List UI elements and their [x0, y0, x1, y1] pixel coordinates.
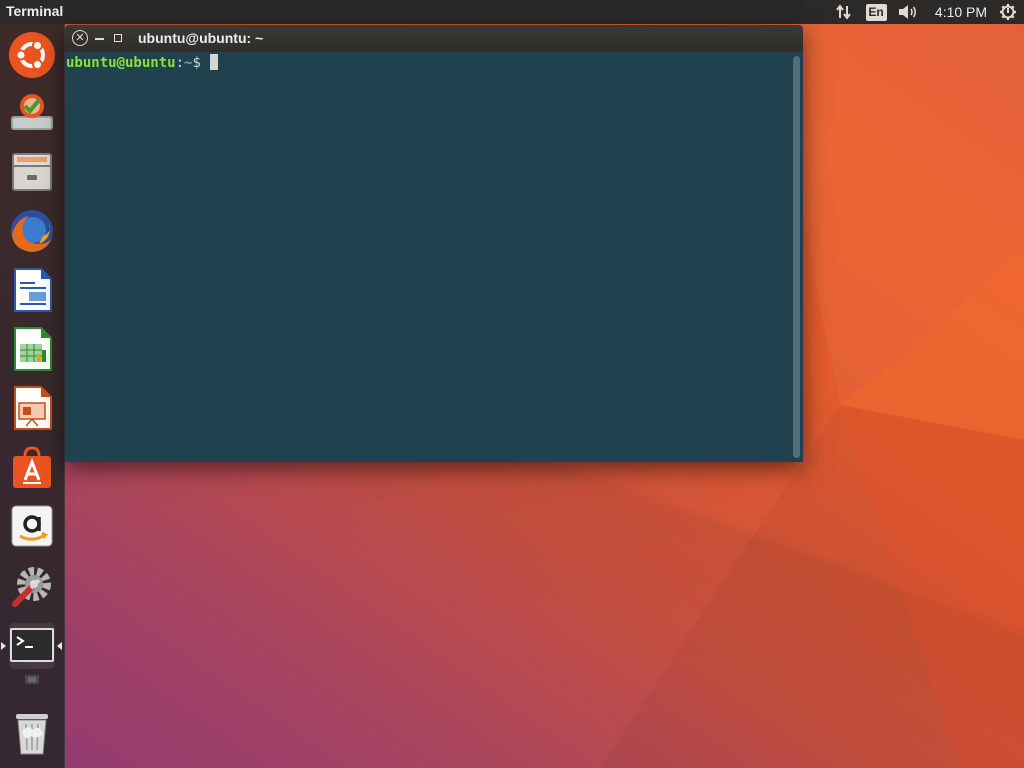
network-indicator[interactable]	[834, 0, 854, 24]
prompt-dollar: $	[192, 55, 201, 71]
firefox-icon	[11, 210, 53, 252]
launcher	[0, 24, 65, 768]
power-gear-icon	[1000, 4, 1016, 20]
panel-app-title: Terminal	[6, 3, 64, 19]
launcher-trash[interactable]	[9, 710, 55, 756]
terminal-running-pip	[1, 642, 6, 650]
terminal-window: ✕ ubuntu@ubuntu: ~ ubuntu@ubuntu:~$	[65, 25, 803, 462]
settings-wrench-icon	[12, 567, 51, 607]
amazon-icon	[11, 505, 53, 547]
terminal-area[interactable]: ubuntu@ubuntu:~$	[65, 52, 803, 462]
minimize-button[interactable]	[95, 38, 104, 40]
top-panel: Terminal En 4:10 PM	[0, 0, 1024, 24]
launcher-software-updater[interactable]	[9, 90, 55, 136]
window-title: ubuntu@ubuntu: ~	[138, 30, 264, 46]
network-updown-icon	[836, 4, 851, 20]
launcher-workspace-switcher[interactable]	[9, 666, 55, 692]
prompt-user-host: ubuntu@ubuntu	[66, 55, 176, 71]
launcher-system-settings[interactable]	[9, 562, 55, 608]
close-icon: ✕	[75, 31, 85, 44]
session-indicator[interactable]	[998, 0, 1018, 24]
workspace-icon	[25, 675, 39, 684]
impress-presentation-icon	[14, 386, 52, 430]
terminal-icon	[10, 628, 54, 662]
launcher-libreoffice-impress[interactable]	[9, 385, 55, 431]
launcher-ubuntu-dash[interactable]	[9, 32, 55, 78]
file-cabinet-icon	[12, 153, 52, 191]
terminal-scrollbar[interactable]	[793, 56, 800, 458]
volume-icon	[899, 5, 917, 19]
terminal-prompt: ubuntu@ubuntu:~$	[66, 54, 218, 71]
launcher-firefox[interactable]	[9, 208, 55, 254]
writer-document-icon	[14, 268, 52, 312]
clock-text: 4:10 PM	[934, 4, 988, 20]
close-button[interactable]: ✕	[72, 30, 88, 46]
prompt-separator: :	[175, 55, 185, 71]
window-titlebar[interactable]: ✕ ubuntu@ubuntu: ~	[65, 25, 803, 52]
software-updater-icon	[11, 94, 53, 130]
ubuntu-logo-icon	[9, 32, 55, 78]
calc-spreadsheet-icon	[14, 327, 52, 371]
launcher-files[interactable]	[9, 149, 55, 195]
terminal-cursor	[209, 54, 218, 70]
volume-indicator[interactable]	[897, 0, 919, 24]
launcher-terminal[interactable]	[9, 623, 55, 669]
launcher-libreoffice-writer[interactable]	[9, 267, 55, 313]
terminal-focused-pip	[57, 642, 62, 650]
shopping-bag-icon	[13, 446, 51, 488]
launcher-amazon[interactable]	[9, 503, 55, 549]
launcher-libreoffice-calc[interactable]	[9, 326, 55, 372]
trash-icon	[16, 714, 48, 755]
launcher-ubuntu-software[interactable]	[9, 444, 55, 490]
clock-indicator[interactable]: 4:10 PM	[930, 0, 992, 24]
keyboard-layout-badge: En	[865, 3, 887, 21]
maximize-button[interactable]	[114, 34, 122, 42]
keyboard-layout-indicator[interactable]: En	[865, 0, 887, 24]
